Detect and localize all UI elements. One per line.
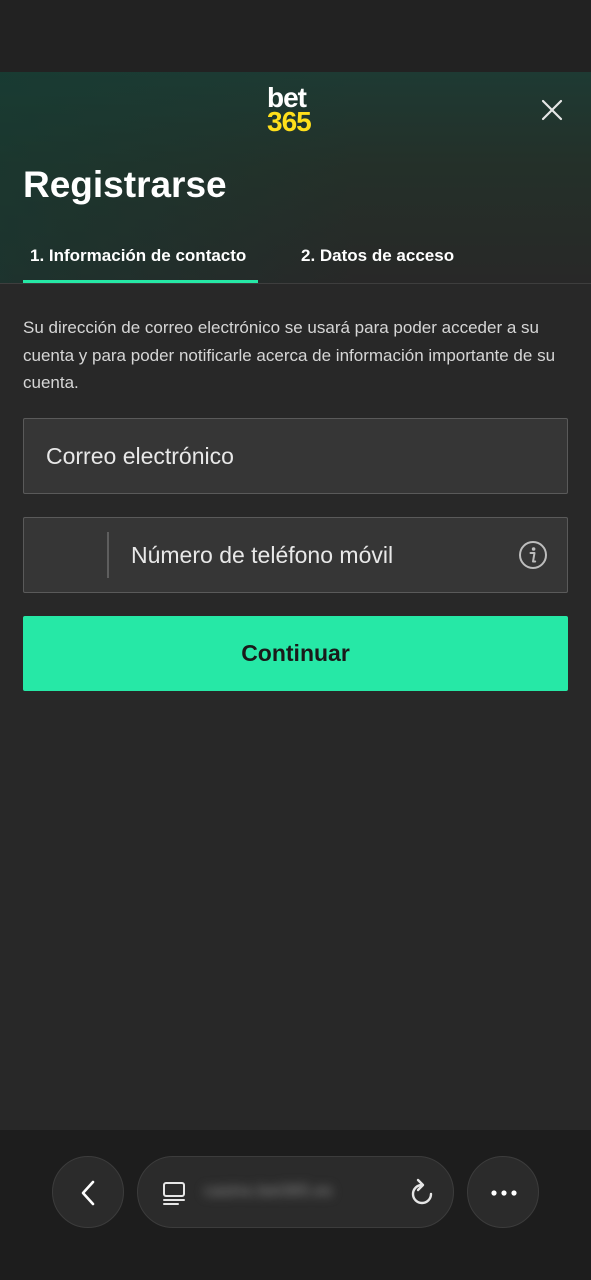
url-text: casino.bet365.es	[204, 1181, 333, 1200]
tab-contact-info[interactable]: 1. Información de contacto	[30, 246, 246, 284]
registration-sheet: bet 365 Registrarse 1. Información de co…	[0, 72, 591, 1130]
close-icon	[541, 99, 563, 121]
country-code-divider	[107, 532, 109, 578]
tab-access-data[interactable]: 2. Datos de acceso	[301, 246, 454, 284]
bet365-logo: bet 365	[267, 84, 327, 137]
browser-toolbar: casino.bet365.es	[0, 1130, 591, 1280]
active-tab-indicator	[23, 280, 258, 283]
phone-placeholder: Número de teléfono móvil	[131, 542, 394, 568]
phone-info-button[interactable]	[518, 540, 548, 570]
logo-line-2: 365	[267, 106, 312, 137]
continue-button[interactable]: Continuar	[23, 616, 568, 691]
tabs-icon[interactable]	[160, 1179, 188, 1207]
more-button[interactable]	[467, 1156, 539, 1228]
back-icon	[81, 1180, 95, 1206]
email-field[interactable]: Correo electrónico	[23, 418, 568, 494]
info-icon	[519, 541, 547, 569]
close-button[interactable]	[538, 96, 566, 124]
status-bar	[0, 0, 591, 72]
phone-field[interactable]: Número de teléfono móvil	[23, 517, 568, 593]
reload-icon[interactable]	[406, 1177, 438, 1209]
step-tabs: 1. Información de contacto 2. Datos de a…	[0, 232, 591, 284]
back-button[interactable]	[52, 1156, 124, 1228]
intro-text: Su dirección de correo electrónico se us…	[23, 318, 556, 392]
page-title: Registrarse	[23, 164, 227, 205]
more-icon	[491, 1190, 517, 1196]
address-bar[interactable]: casino.bet365.es	[137, 1156, 454, 1228]
email-placeholder: Correo electrónico	[46, 443, 234, 469]
